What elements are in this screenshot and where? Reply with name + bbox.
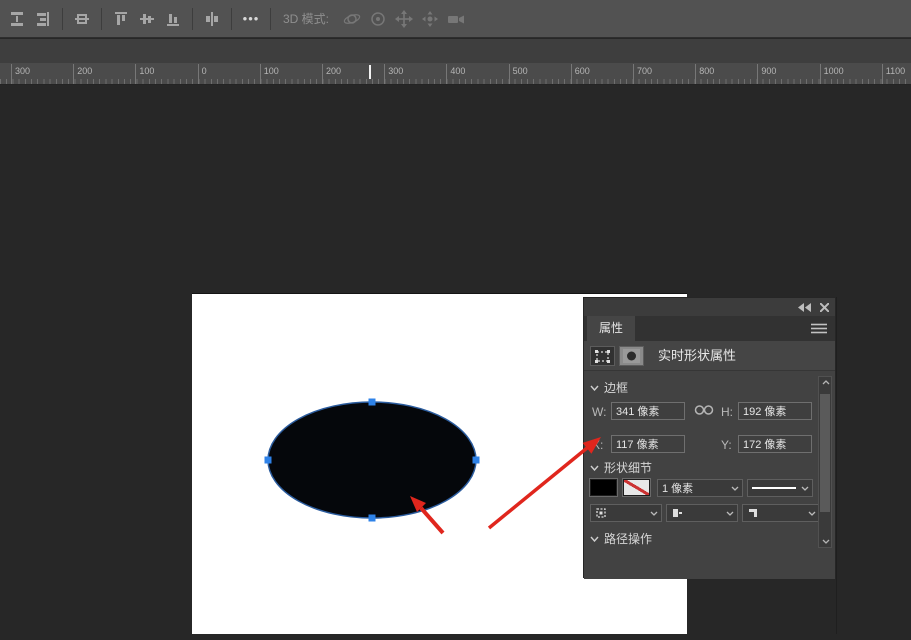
3d-orbit-camera-icon	[339, 6, 365, 32]
collapse-panel-icon[interactable]	[798, 303, 812, 312]
chevron-down-icon	[590, 465, 599, 471]
stroke-align-icon	[595, 507, 607, 519]
options-bar: ••• 3D 模式:	[0, 0, 911, 38]
width-field[interactable]	[611, 402, 685, 420]
stroke-corner-icon	[747, 507, 759, 519]
ruler-label: 1000	[820, 64, 844, 84]
solid-line-icon	[752, 487, 796, 489]
horizontal-ruler[interactable]: 3002001000100200300400500600700800900100…	[0, 63, 911, 85]
height-label: H:	[721, 405, 733, 419]
align-top-edges-icon[interactable]	[108, 6, 134, 32]
ruler-label: 900	[757, 64, 776, 84]
ruler-label: 500	[509, 64, 528, 84]
more-options-button[interactable]: •••	[238, 6, 264, 32]
align-horizontal-centers-icon[interactable]	[69, 6, 95, 32]
distribute-right-edges-icon[interactable]	[30, 6, 56, 32]
stroke-width-dropdown[interactable]: 1 像素	[657, 479, 743, 497]
chevron-down-icon	[590, 385, 599, 391]
ruler-label: 0	[198, 64, 207, 84]
ruler-label: 300	[384, 64, 403, 84]
section-bounds[interactable]: 边框	[590, 379, 628, 396]
properties-panel: 属性 实时形状属性 边框 W: H:	[583, 297, 836, 578]
chevron-down-icon	[731, 486, 739, 491]
section-shape-details[interactable]: 形状细节	[590, 459, 652, 476]
scroll-down-icon[interactable]	[822, 539, 830, 544]
align-vertical-centers-icon[interactable]	[134, 6, 160, 32]
scrollbar-thumb[interactable]	[820, 394, 830, 512]
3d-slide-camera-icon	[417, 6, 443, 32]
chevron-down-icon	[801, 486, 809, 491]
align-left-edges-icon[interactable]	[199, 6, 225, 32]
ruler-cursor-marker	[369, 65, 371, 79]
panel-scrollbar[interactable]	[818, 376, 832, 548]
chevron-down-icon	[650, 511, 658, 516]
ruler-label: 700	[633, 64, 652, 84]
toolbar-separator	[192, 8, 193, 30]
canvas-pasteboard[interactable]: 属性 实时形状属性 边框 W: H:	[0, 85, 911, 634]
panel-titlebar	[584, 298, 835, 316]
ruler-label: 100	[260, 64, 279, 84]
width-label: W:	[592, 405, 606, 419]
panel-content: 边框 W: H: X: Y: 形状细节 1 像素	[584, 371, 835, 579]
ruler-label: 400	[446, 64, 465, 84]
toolbar-separator	[101, 8, 102, 30]
ruler-label: 300	[11, 64, 30, 84]
panel-header: 实时形状属性	[584, 341, 835, 371]
y-position-field[interactable]	[738, 435, 812, 453]
ruler-label: 600	[571, 64, 590, 84]
tab-properties[interactable]: 属性	[587, 316, 635, 341]
mask-properties-button[interactable]	[619, 346, 644, 366]
3d-camera-icon	[443, 6, 469, 32]
ruler-label: 800	[695, 64, 714, 84]
toolbar-separator	[62, 8, 63, 30]
link-dimensions-icon[interactable]	[694, 404, 714, 416]
toolbar-separator	[231, 8, 232, 30]
stroke-corner-dropdown[interactable]	[742, 504, 820, 522]
distribute-vertical-centers-icon[interactable]	[4, 6, 30, 32]
section-path-operations[interactable]: 路径操作	[590, 530, 652, 547]
chevron-down-icon	[726, 511, 734, 516]
chevron-down-icon	[590, 536, 599, 542]
ruler-label: 100	[135, 64, 154, 84]
3d-pan-camera-icon	[391, 6, 417, 32]
stroke-align-dropdown[interactable]	[590, 504, 662, 522]
panel-title-live-shape-properties: 实时形状属性	[658, 341, 736, 371]
stroke-cap-dropdown[interactable]	[666, 504, 738, 522]
y-position-label: Y:	[721, 438, 732, 452]
x-position-label: X:	[592, 438, 603, 452]
toolbar-separator	[270, 8, 271, 30]
3d-roll-camera-icon	[365, 6, 391, 32]
chevron-down-icon	[808, 511, 816, 516]
close-panel-icon[interactable]	[820, 303, 829, 312]
dock-divider	[836, 297, 837, 634]
align-bottom-edges-icon[interactable]	[160, 6, 186, 32]
document-tab-strip	[0, 39, 911, 63]
stroke-type-dropdown[interactable]	[747, 479, 813, 497]
x-position-field[interactable]	[611, 435, 685, 453]
3d-mode-label: 3D 模式:	[283, 10, 329, 27]
panel-menu-icon[interactable]	[811, 323, 827, 334]
stroke-cap-icon	[671, 507, 683, 519]
panel-tab-row: 属性	[584, 316, 835, 341]
fill-color-swatch[interactable]	[590, 479, 617, 496]
ruler-label: 200	[73, 64, 92, 84]
height-field[interactable]	[738, 402, 812, 420]
stroke-color-swatch-none[interactable]	[623, 479, 650, 496]
ruler-label: 1100	[882, 64, 905, 84]
ruler-label: 200	[322, 64, 341, 84]
transform-properties-button[interactable]	[590, 346, 615, 366]
scroll-up-icon[interactable]	[822, 380, 830, 385]
